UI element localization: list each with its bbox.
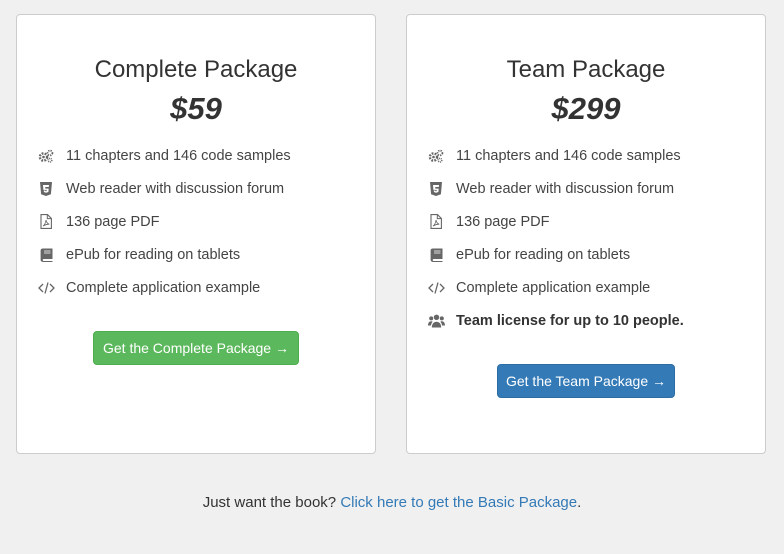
card-price: $59: [170, 91, 222, 126]
basic-package-link[interactable]: Click here to get the Basic Package: [340, 494, 577, 511]
get-complete-package-button[interactable]: Get the Complete Package →: [93, 331, 299, 365]
html5-icon: [37, 181, 55, 197]
feature-item: Complete application example: [37, 271, 365, 304]
feature-text: Web reader with discussion forum: [66, 180, 285, 197]
footer-prefix: Just want the book?: [202, 494, 337, 511]
feature-text: ePub for reading on tablets: [456, 246, 631, 263]
book-icon: [427, 247, 445, 263]
feature-text: 136 page PDF: [66, 213, 160, 230]
basic-package-note: Just want the book? Click here to get th…: [0, 494, 784, 511]
footer-suffix: .: [577, 494, 582, 511]
code-icon: [427, 280, 445, 296]
pdf-file-icon: [427, 214, 445, 230]
team-package-card: Team Package $299 11 chapters and 146 co…: [406, 14, 766, 454]
feature-item: Web reader with discussion forum: [37, 172, 365, 205]
feature-list: 11 chapters and 146 code samples Web rea…: [427, 139, 755, 337]
feature-item: 136 page PDF: [37, 205, 365, 238]
get-team-package-button[interactable]: Get the Team Package →: [497, 364, 675, 398]
users-icon: [427, 313, 445, 329]
html5-icon: [427, 181, 445, 197]
feature-item: 11 chapters and 146 code samples: [427, 139, 755, 172]
card-price: $299: [551, 91, 621, 126]
feature-text: 136 page PDF: [456, 213, 550, 230]
code-icon: [37, 280, 55, 296]
feature-text: Complete application example: [66, 279, 261, 296]
card-title: Team Package: [506, 56, 666, 83]
pdf-file-icon: [37, 214, 55, 230]
feature-text: Team license for up to 10 people.: [456, 312, 684, 329]
card-title: Complete Package: [94, 56, 298, 83]
feature-item: Web reader with discussion forum: [427, 172, 755, 205]
feature-item: 136 page PDF: [427, 205, 755, 238]
feature-item: Complete application example: [427, 271, 755, 304]
feature-text: ePub for reading on tablets: [66, 246, 241, 263]
feature-item: Team license for up to 10 people.: [427, 304, 755, 337]
feature-text: 11 chapters and 146 code samples: [456, 147, 681, 164]
feature-text: Web reader with discussion forum: [456, 180, 675, 197]
book-icon: [37, 247, 55, 263]
complete-package-card: Complete Package $59 11 chapters and 146…: [16, 14, 376, 454]
feature-list: 11 chapters and 146 code samples Web rea…: [37, 139, 365, 304]
feature-item: ePub for reading on tablets: [427, 238, 755, 271]
gears-icon: [37, 148, 55, 164]
feature-item: 11 chapters and 146 code samples: [37, 139, 365, 172]
feature-text: 11 chapters and 146 code samples: [66, 147, 291, 164]
feature-item: ePub for reading on tablets: [37, 238, 365, 271]
feature-text: Complete application example: [456, 279, 651, 296]
gears-icon: [427, 148, 445, 164]
